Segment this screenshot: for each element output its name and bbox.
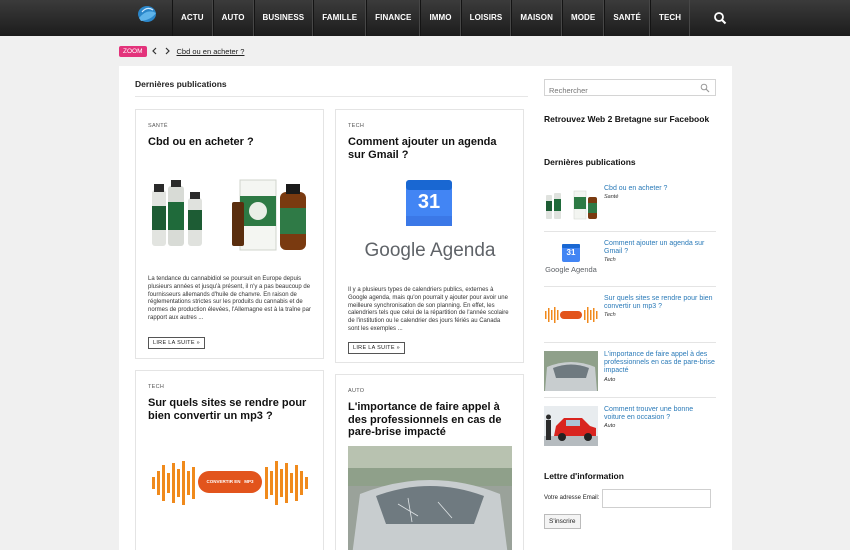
post-title[interactable]: Comment ajouter un agenda sur Gmail ? [348,136,513,161]
recent-post-thumb-red-car[interactable] [544,406,598,446]
post-title[interactable]: L'importance de faire appel à des profes… [348,401,513,439]
nav-item-finance[interactable]: FINANCE [366,0,421,36]
divider [544,286,716,287]
facebook-widget-title: Retrouvez Web 2 Bretagne sur Facebook [544,114,710,124]
post-category[interactable]: TECH [148,384,164,390]
post-excerpt: La tendance du cannabidiol se poursuit e… [148,276,311,321]
recent-post-category: Tech [604,257,616,263]
recent-post-item: Comment trouver une bonne voiture en occ… [544,406,716,448]
subscribe-button[interactable]: S'inscrire [544,514,581,529]
recent-post-item: Cbd ou en acheter ? Santé [544,185,716,227]
nav-item-tech[interactable]: TECH [649,0,691,36]
content-panel: Dernières publications SANTÉ Cbd ou en a… [119,66,732,550]
recent-posts-title: Dernières publications [544,157,636,167]
recent-post-item: Sur quels sites se rendre pour bien conv… [544,295,716,337]
chevron-right-icon[interactable] [161,45,175,57]
site-logo[interactable] [125,4,167,30]
newsletter-title: Lettre d'information [544,471,624,481]
zoom-badge: ZOOM [119,45,147,57]
recent-post-item: L'importance de faire appel à des profes… [544,351,716,393]
search-icon[interactable] [700,83,710,93]
nav-item-famille[interactable]: FAMILLE [313,0,367,36]
breadcrumb-current-link[interactable]: Cbd ou en acheter ? [177,47,245,56]
main-nav: ACTU AUTO BUSINESS FAMILLE FINANCE IMMO … [172,0,691,36]
post-excerpt: Il y a plusieurs types de calendriers pu… [348,287,509,332]
breadcrumb: ZOOM Cbd ou en acheter ? [119,45,244,57]
recent-post-thumb-mp3[interactable] [544,295,598,335]
recent-post-item: 31 Google Agenda Comment ajouter un agen… [544,240,716,282]
recent-post-title[interactable]: Cbd ou en acheter ? [604,185,716,193]
post-category[interactable]: AUTO [348,388,364,394]
nav-item-business[interactable]: BUSINESS [253,0,314,36]
calendar-icon [562,244,580,262]
recent-post-title[interactable]: Sur quels sites se rendre pour bien conv… [604,295,716,311]
nav-item-immo[interactable]: IMMO [420,0,461,36]
post-title[interactable]: Sur quels sites se rendre pour bien conv… [148,397,313,422]
divider [544,231,716,232]
google-agenda-thumb-text: Google Agenda [545,265,597,274]
convert-mp3-text: CONVERTIR EN MP3 [206,479,254,484]
newsletter-email-label: Votre adresse Email: [544,495,600,501]
calendar-number: 31 [417,191,441,213]
divider [544,342,716,343]
recent-post-title[interactable]: Comment trouver une bonne voiture en occ… [604,406,716,422]
nav-item-auto[interactable]: AUTO [212,0,254,36]
recent-post-category: Tech [604,312,616,318]
recent-post-title[interactable]: L'importance de faire appel à des profes… [604,351,716,375]
recent-post-thumb-windshield[interactable] [544,351,598,391]
recent-post-category: Santé [604,194,619,200]
read-more-button[interactable]: LIRE LA SUITE » [348,342,405,354]
post-card-agenda: TECH Comment ajouter un agenda sur Gmail… [335,109,524,363]
post-category[interactable]: TECH [348,123,364,129]
recent-post-thumb-agenda[interactable]: 31 Google Agenda [544,240,598,280]
nav-item-sante[interactable]: SANTÉ [604,0,650,36]
nav-item-mode[interactable]: MODE [561,0,605,36]
read-more-button[interactable]: LIRE LA SUITE » [148,337,205,349]
post-card-pare-brise: AUTO L'importance de faire appel à des p… [335,374,524,550]
calendar-number: 31 [566,248,576,257]
newsletter-email-field[interactable] [602,489,711,508]
post-title[interactable]: Cbd ou en acheter ? [148,136,313,149]
recent-post-thumb-cbd[interactable] [544,185,598,225]
divider [544,397,716,398]
sidebar-search-box [544,79,716,98]
post-image-google-agenda[interactable]: 31 Google Agenda [348,172,512,270]
post-image-windshield-car[interactable] [348,446,512,550]
google-agenda-text: Google Agenda [364,240,496,261]
post-category[interactable]: SANTÉ [148,123,168,129]
post-image-mp3-convert[interactable]: CONVERTIR EN MP3 [148,433,312,533]
search-icon[interactable] [712,10,728,26]
divider [135,96,528,97]
sidebar-search-input[interactable] [545,83,695,98]
nav-item-loisirs[interactable]: LOISIRS [460,0,512,36]
recent-post-category: Auto [604,423,616,429]
nav-item-actu[interactable]: ACTU [172,0,213,36]
recent-post-category: Auto [604,377,616,383]
post-image-cbd-bottles[interactable] [148,172,312,267]
section-title: Dernières publications [135,79,227,89]
nav-item-maison[interactable]: MAISON [511,0,562,36]
post-card-cbd: SANTÉ Cbd ou en acheter ? La tendance du… [135,109,324,359]
top-navbar: ACTU AUTO BUSINESS FAMILLE FINANCE IMMO … [0,0,850,36]
recent-post-title[interactable]: Comment ajouter un agenda sur Gmail ? [604,240,716,256]
chevron-left-icon[interactable] [147,45,161,57]
post-card-mp3: TECH Sur quels sites se rendre pour bien… [135,370,324,550]
